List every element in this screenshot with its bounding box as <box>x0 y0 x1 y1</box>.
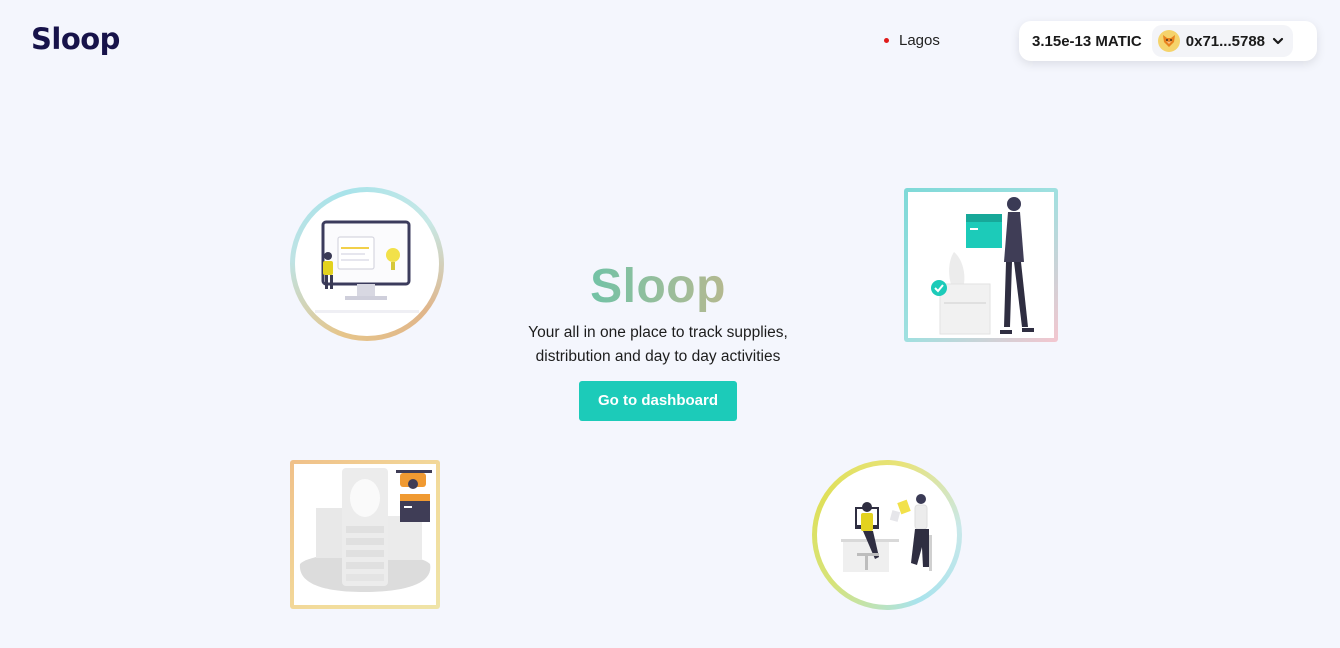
drone-delivery-illustration <box>290 460 440 609</box>
wallet-address: 0x71...5788 <box>1185 32 1266 50</box>
account-button[interactable]: 0x71...5788 <box>1151 25 1294 57</box>
app-logo[interactable]: Sloop <box>31 22 120 56</box>
fox-avatar-icon <box>1157 30 1180 52</box>
hero-subtitle: Your all in one place to track supplies,… <box>490 321 826 369</box>
hero-title: Sloop <box>490 258 826 316</box>
go-to-dashboard-button[interactable]: Go to dashboard <box>579 381 737 421</box>
hero-subtitle-line-1: Your all in one place to track supplies, <box>528 324 788 341</box>
monitor-person-illustration <box>290 187 444 341</box>
chevron-down-icon <box>1272 37 1284 45</box>
network-indicator[interactable]: Lagos <box>884 32 940 49</box>
office-team-illustration <box>812 460 962 610</box>
wallet-balance: 3.15e-13 MATIC <box>1032 32 1142 50</box>
network-status-dot <box>884 38 889 43</box>
hero-subtitle-line-2: distribution and day to day activities <box>535 348 781 365</box>
delivery-box-person-illustration <box>904 188 1058 342</box>
network-name: Lagos <box>899 32 940 49</box>
hero-section: Sloop Your all in one place to track sup… <box>490 258 826 421</box>
wallet-widget[interactable]: 3.15e-13 MATIC 0x71...5788 <box>1019 21 1317 61</box>
